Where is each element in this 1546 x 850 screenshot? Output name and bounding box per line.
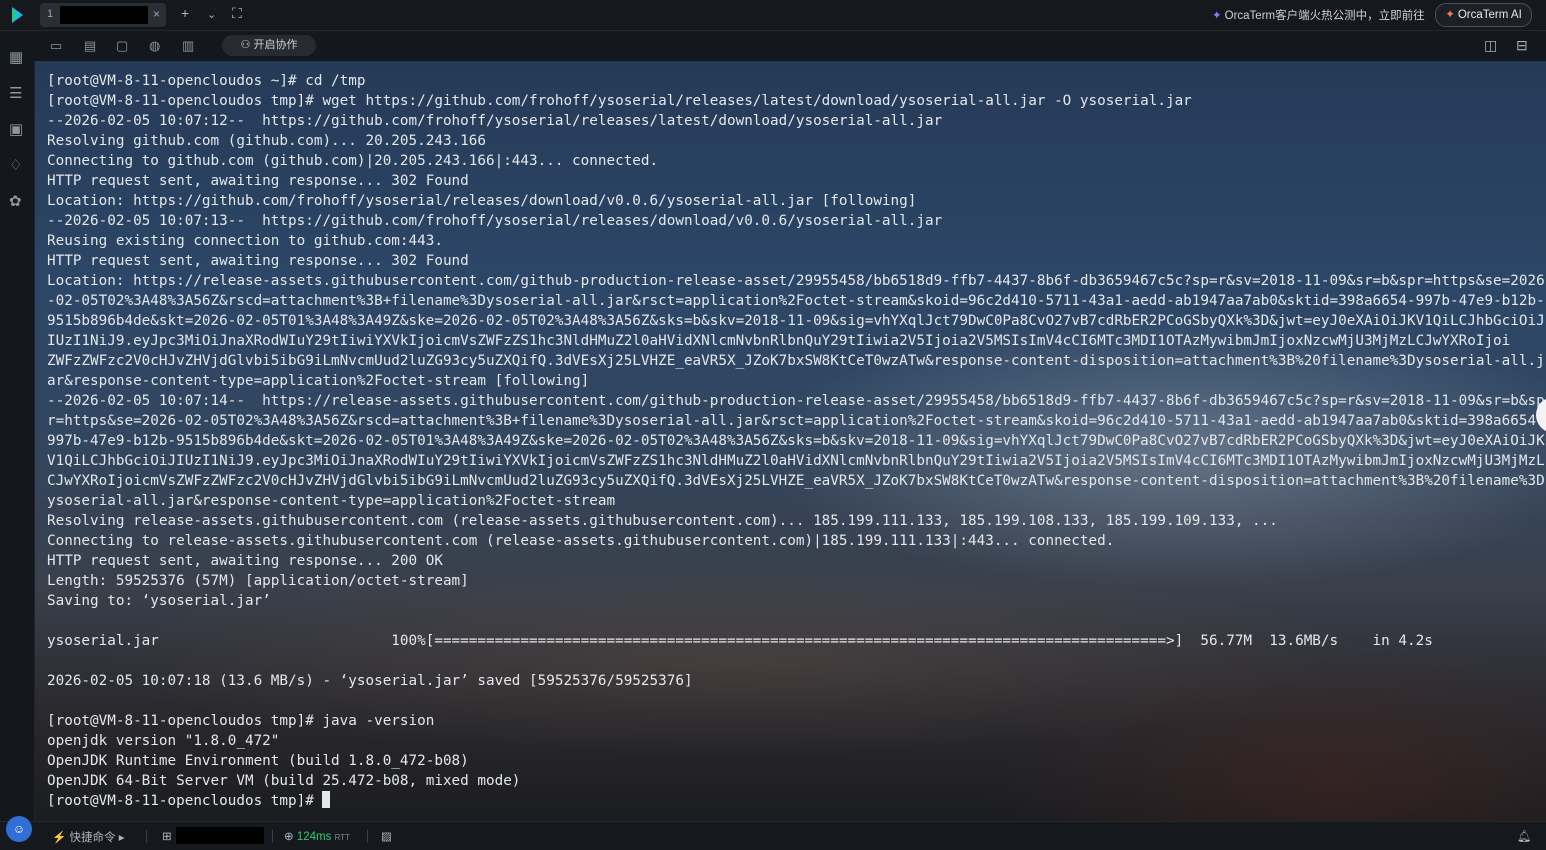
terminal-line: ysoserial.jar 100%[=====================… xyxy=(47,633,1433,649)
terminal-line: OpenJDK 64-Bit Server VM (build 25.472-b… xyxy=(47,773,521,789)
terminal-line: 2026-02-05 10:07:18 (13.6 MB/s) - ‘ysose… xyxy=(47,673,693,689)
promo-text: OrcaTerm客户端火热公测中，立即前往 xyxy=(1224,10,1425,22)
terminal-line: Resolving release-assets.githubuserconte… xyxy=(47,513,1278,529)
latency-unit: RTT xyxy=(334,833,350,842)
tab-title-redacted xyxy=(60,6,148,24)
terminal-line: --2026-02-05 10:07:14-- https://release-… xyxy=(47,393,1545,409)
clipboard-icon[interactable]: ▥ xyxy=(182,38,194,54)
chevron-down-icon[interactable]: ⌄ xyxy=(207,8,216,21)
terminal-line: Saving to: ‘ysoserial.jar’ xyxy=(47,593,271,609)
terminal-line: [root@VM-8-11-opencloudos ~]# cd /tmp xyxy=(47,73,366,89)
collab-label: 开启协作 xyxy=(253,39,298,51)
terminal-line: V1QiLCJhbGciOiJIUzI1NiJ9.eyJpc3MiOiJnaXR… xyxy=(47,453,1545,469)
terminal-line: Location: https://release-assets.githubu… xyxy=(47,273,1545,289)
terminal-line: HTTP request sent, awaiting response... … xyxy=(47,173,469,189)
file-transfer-icon[interactable]: ▤ xyxy=(84,38,96,54)
split-horizontal-icon[interactable]: ⊟ xyxy=(1516,37,1528,54)
terminal-line: --2026-02-05 10:07:13-- https://github.c… xyxy=(47,213,943,229)
terminal-line: ZWFzZWFzc2V0cHJvZHVjdGlvbi5ibG9iLmNvcmUu… xyxy=(47,353,1545,369)
session-tab[interactable]: 1 × xyxy=(40,3,166,27)
bell-notification-icon[interactable]: 🔔︎ xyxy=(1517,829,1532,843)
caret-right-icon: ▸ xyxy=(115,832,125,844)
folder-icon[interactable]: ▭ xyxy=(50,38,62,54)
terminal-prompt: [root@VM-8-11-opencloudos tmp]# xyxy=(47,793,323,809)
latency-value: 124ms xyxy=(296,831,332,843)
terminal-line: ysoserial-all.jar&response-content-type=… xyxy=(47,493,616,509)
quick-commands-label: 快捷命令 xyxy=(69,832,116,844)
tab-number: 1 xyxy=(47,8,54,20)
terminal-output-area[interactable]: [root@VM-8-11-opencloudos ~]# cd /tmp [ro… xyxy=(35,61,1546,821)
sparkle-icon: ✦ xyxy=(1212,10,1222,22)
terminal-line: ar&response-content-type=application%2Fo… xyxy=(47,373,590,389)
divider xyxy=(146,830,147,843)
terminal-icon[interactable]: ▣ xyxy=(9,120,23,138)
terminal-line: IUzI1NiJ9.eyJpc3MiOiJnaXRodWIuY29tIiwiYX… xyxy=(47,333,1511,349)
terminal-line: -02-05T02%3A48%3A56Z&rscd=attachment%3B+… xyxy=(47,293,1545,309)
server-list-icon[interactable]: ☰ xyxy=(9,84,22,102)
terminal-line: [root@VM-8-11-opencloudos tmp]# wget htt… xyxy=(47,93,1192,109)
title-bar: 1 × + ⌄ ⛶ ✦ OrcaTerm客户端火热公测中，立即前往 ✦ OrcaTe… xyxy=(0,0,1546,31)
terminal-toolbar: ▭ ▤ ▢ ◍ ▥ ⚇ 开启协作 ◫ ⊟ xyxy=(34,31,1546,61)
close-tab-icon[interactable]: × xyxy=(153,7,160,21)
terminal-line: [root@VM-8-11-opencloudos tmp]# java -ve… xyxy=(47,713,435,729)
split-vertical-icon[interactable]: ◫ xyxy=(1484,37,1497,54)
server-icon: ⊞ xyxy=(162,831,172,843)
ai-button-label: OrcaTerm AI xyxy=(1457,9,1522,21)
bell-icon[interactable]: ♢ xyxy=(9,156,22,174)
apps-grid-icon[interactable]: ▦ xyxy=(9,48,23,66)
user-add-icon: ⚇ xyxy=(240,39,254,51)
divider xyxy=(272,830,273,843)
app-logo-icon xyxy=(12,7,23,23)
user-avatar[interactable]: ☺ xyxy=(6,816,32,842)
terminal-line: openjdk version "1.8.0_472" xyxy=(47,733,280,749)
terminal-line: r=https&se=2026-02-05T02%3A48%3A56Z&rscd… xyxy=(47,413,1545,429)
quick-commands-button[interactable]: ⚡ 快捷命令 ▸ xyxy=(52,829,124,845)
left-sidebar: ▦ ☰ ▣ ♢ ✿ xyxy=(0,31,35,821)
terminal-line: Reusing existing connection to github.co… xyxy=(47,233,443,249)
terminal-line: Connecting to github.com (github.com)|20… xyxy=(47,153,659,169)
terminal-line: OpenJDK Runtime Environment (build 1.8.0… xyxy=(47,753,469,769)
terminal-line: --2026-02-05 10:07:12-- https://github.c… xyxy=(47,113,943,129)
status-bar: ☺ ⚡ 快捷命令 ▸ ⊞ ⊕ 124ms RTT ▨ 🔔︎ xyxy=(0,816,1546,850)
fullscreen-icon[interactable]: ⛶ xyxy=(232,5,242,22)
terminal-text: [root@VM-8-11-opencloudos ~]# cd /tmp [ro… xyxy=(47,71,1545,811)
orcaterm-ai-button[interactable]: ✦ OrcaTerm AI xyxy=(1435,3,1532,27)
collaboration-button[interactable]: ⚇ 开启协作 xyxy=(222,35,316,56)
monitor-icon[interactable]: ▢ xyxy=(116,38,128,54)
ai-sparkle-icon: ✦ xyxy=(1445,9,1455,21)
terminal-line: Resolving github.com (github.com)... 20.… xyxy=(47,133,486,149)
terminal-cursor xyxy=(322,791,331,808)
shield-icon[interactable]: ◍ xyxy=(149,38,160,54)
server-name-redacted xyxy=(176,827,264,844)
chart-icon[interactable]: ▨ xyxy=(381,829,392,843)
terminal-line: Connecting to release-assets.githubuserc… xyxy=(47,533,1115,549)
terminal-line: 997b-47e9-b12b-9515b896b4de&skt=2026-02-… xyxy=(47,433,1545,449)
terminal-line: 9515b896b4de&skt=2026-02-05T01%3A48%3A49… xyxy=(47,313,1545,329)
divider xyxy=(367,830,368,843)
plugin-icon[interactable]: ✿ xyxy=(9,192,22,210)
lightning-icon: ⚡ xyxy=(52,832,70,844)
new-tab-icon[interactable]: + xyxy=(181,5,189,21)
terminal-line: Length: 59525376 (57M) [application/octe… xyxy=(47,573,469,589)
promo-banner[interactable]: ✦ OrcaTerm客户端火热公测中，立即前往 xyxy=(1212,7,1425,23)
terminal-line: HTTP request sent, awaiting response... … xyxy=(47,253,469,269)
globe-icon: ⊕ xyxy=(284,831,297,843)
terminal-prompt-line[interactable]: [root@VM-8-11-opencloudos tmp]# xyxy=(47,791,1545,811)
terminal-line: Location: https://github.com/frohoff/yso… xyxy=(47,193,917,209)
terminal-line: CJwYXRoIjoicmVsZWFzZWFzc2V0cHJvZHVjdGlvb… xyxy=(47,473,1545,489)
latency-indicator: ⊕ 124ms RTT xyxy=(284,829,350,843)
terminal-line: HTTP request sent, awaiting response... … xyxy=(47,553,443,569)
